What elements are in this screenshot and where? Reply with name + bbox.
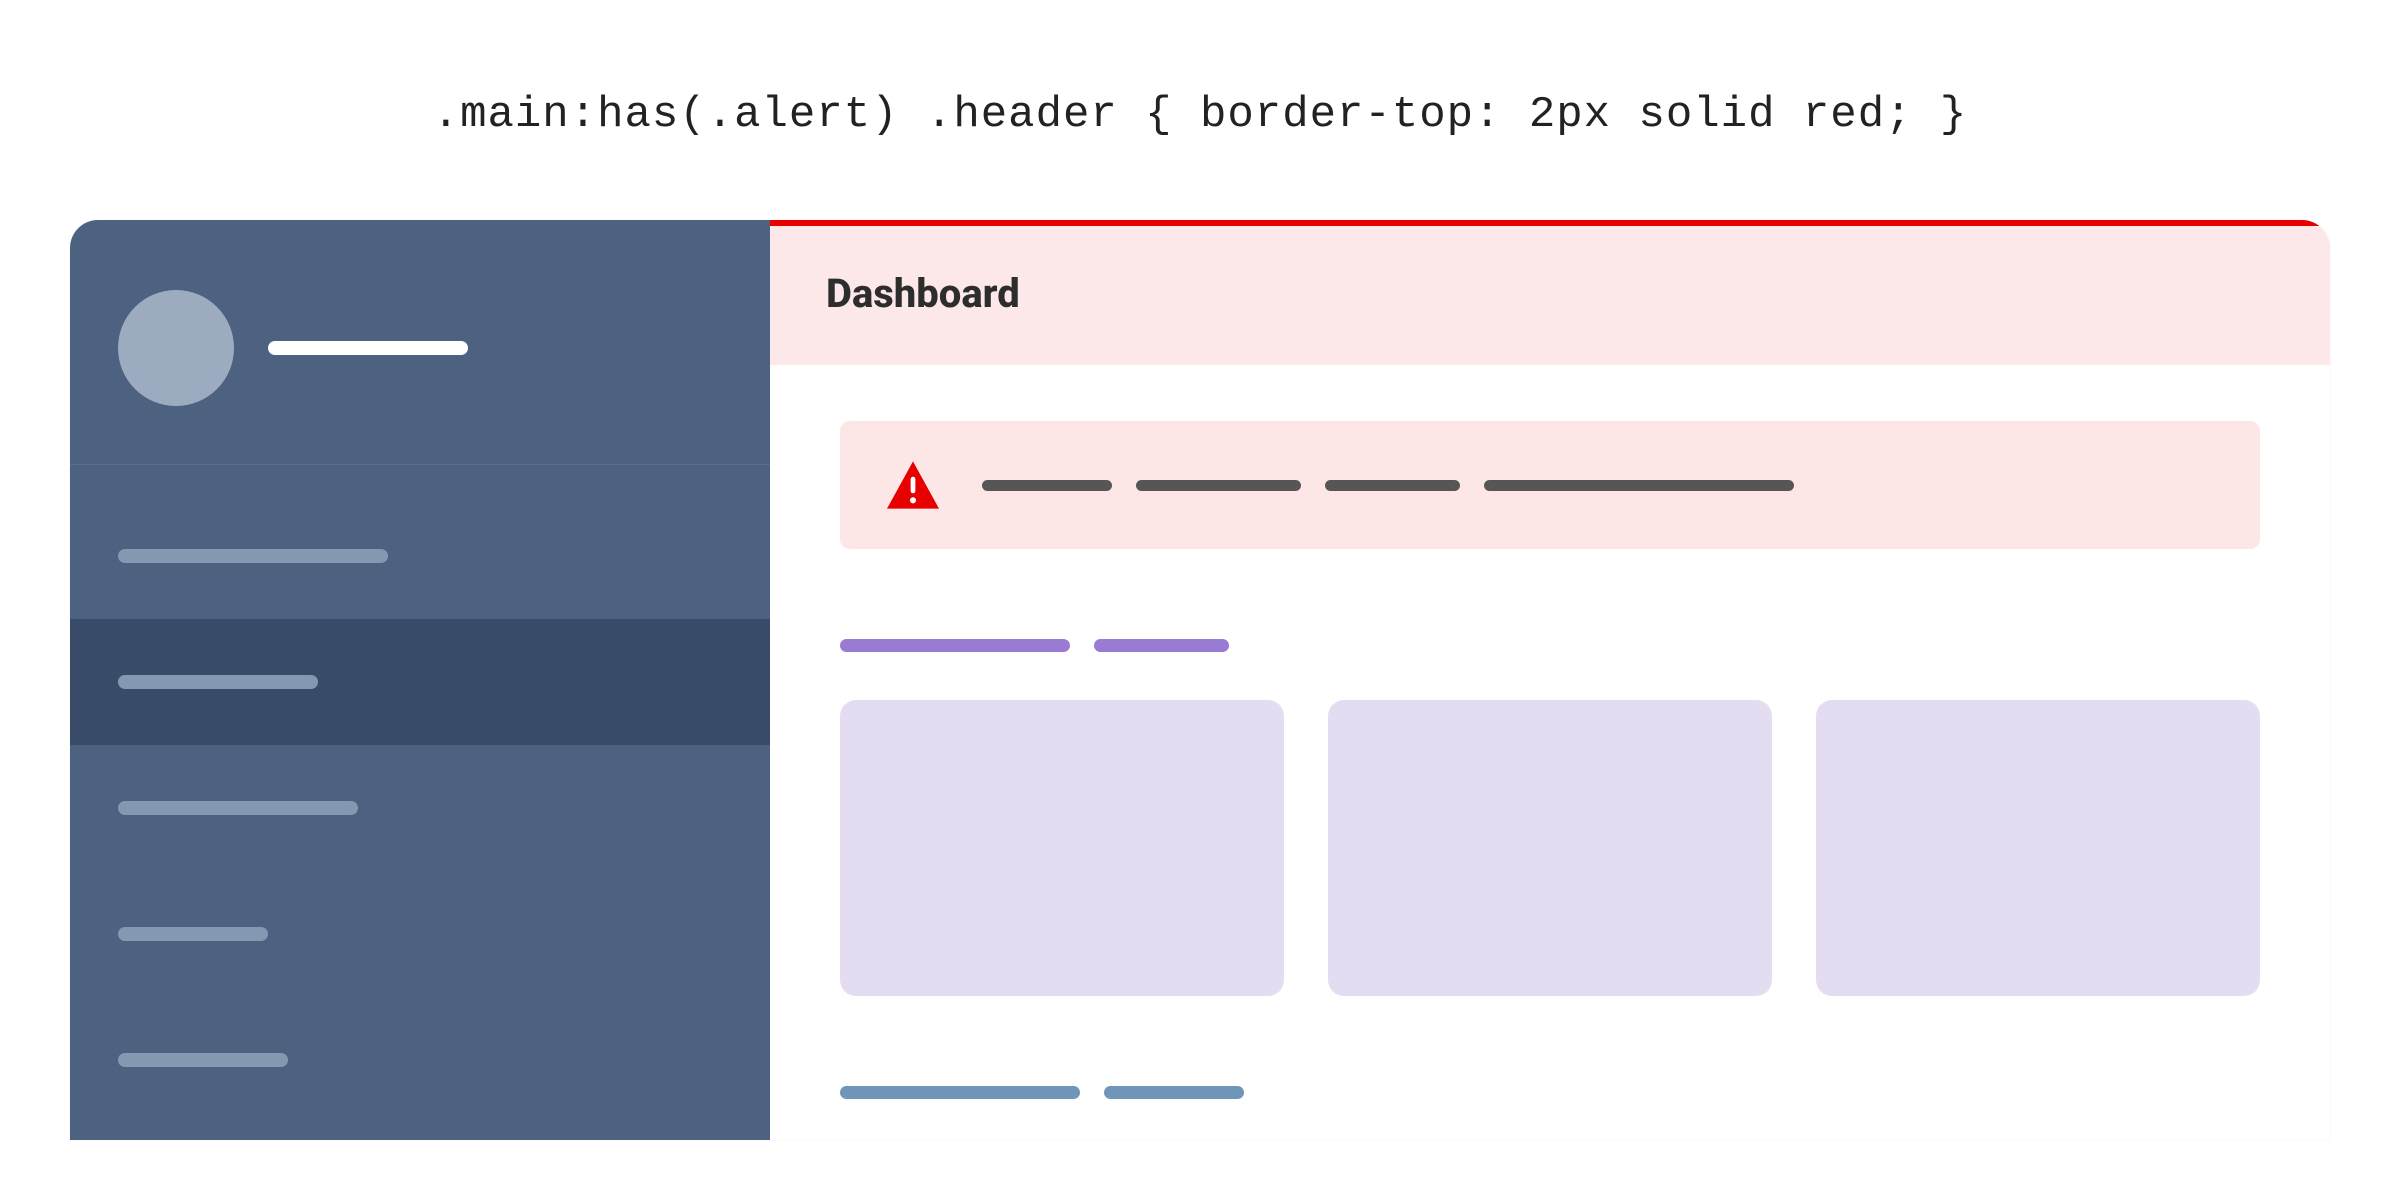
- profile-name-placeholder: [268, 341, 468, 355]
- sidebar-item-4[interactable]: [70, 871, 770, 997]
- sidebar-nav: [70, 465, 770, 1140]
- section-title-placeholder: [840, 1086, 2260, 1099]
- alert-text-placeholder: [982, 480, 1794, 491]
- page-title: Dashboard: [826, 270, 2274, 317]
- avatar[interactable]: [118, 290, 234, 406]
- sidebar-item-6[interactable]: [70, 1123, 770, 1140]
- app-window: Dashboard: [70, 220, 2330, 1140]
- stat-card[interactable]: [840, 700, 1284, 996]
- sidebar-item-2-active[interactable]: [70, 619, 770, 745]
- nav-label-placeholder: [118, 927, 268, 941]
- nav-label-placeholder: [118, 549, 388, 563]
- warning-icon: [884, 459, 942, 511]
- nav-label-placeholder: [118, 1053, 288, 1067]
- section-blue: [840, 1086, 2260, 1140]
- sidebar-item-3[interactable]: [70, 745, 770, 871]
- section-purple: [840, 639, 2260, 996]
- section-title-placeholder: [840, 639, 2260, 652]
- sidebar-profile: [70, 220, 770, 465]
- page-header: Dashboard: [770, 220, 2330, 365]
- main-content: Dashboard: [770, 220, 2330, 1140]
- stat-card[interactable]: [1816, 700, 2260, 996]
- css-code-snippet: .main:has(.alert) .header { border-top: …: [0, 0, 2400, 220]
- nav-label-placeholder: [118, 675, 318, 689]
- sidebar: [70, 220, 770, 1140]
- card-row: [840, 700, 2260, 996]
- sidebar-item-5[interactable]: [70, 997, 770, 1123]
- stat-card[interactable]: [1328, 700, 1772, 996]
- content-area: [770, 365, 2330, 1140]
- sidebar-item-1[interactable]: [70, 493, 770, 619]
- alert-banner: [840, 421, 2260, 549]
- nav-label-placeholder: [118, 801, 358, 815]
